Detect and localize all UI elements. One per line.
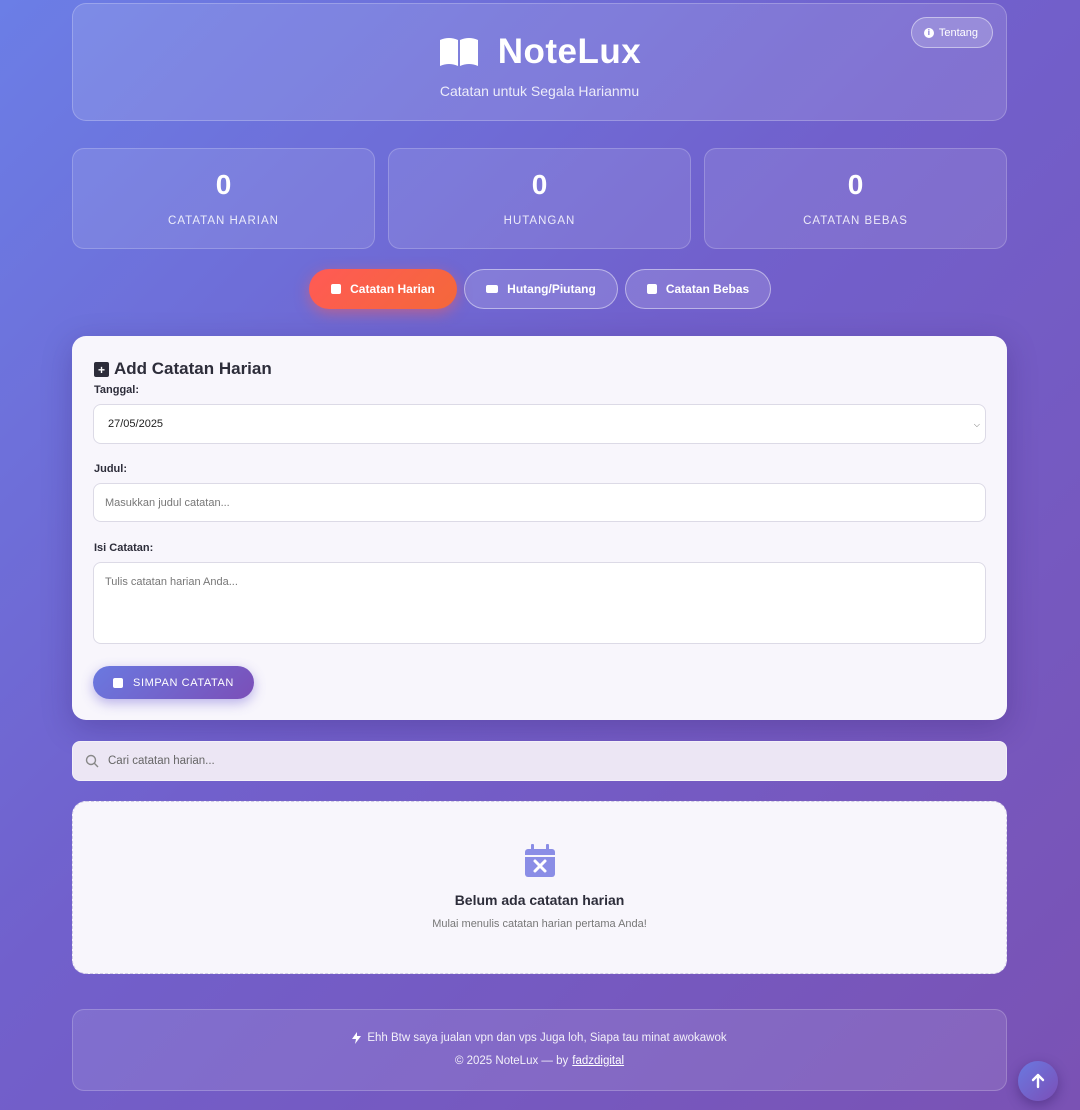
stat-card-debts: 0 HUTANGAN: [388, 148, 691, 249]
about-button[interactable]: i Tentang: [910, 17, 993, 48]
book-open-icon: [439, 38, 478, 66]
stat-card-daily: 0 CATATAN HARIAN: [72, 148, 375, 249]
app-header: NoteLux Catatan untuk Segala Harianmu i …: [72, 3, 1007, 121]
add-note-form: Add Catatan Harian Tanggal: 27/05/2025 ⌵…: [72, 336, 1007, 720]
save-icon: [113, 677, 124, 688]
title-label: Judul:: [94, 463, 127, 475]
tab-hutang-piutang[interactable]: Hutang/Piutang: [464, 269, 618, 309]
stat-value: 0: [847, 169, 864, 200]
tab-label: Hutang/Piutang: [507, 282, 596, 296]
date-value: 27/05/2025: [108, 418, 164, 430]
tab-label: Catatan Harian: [350, 282, 435, 296]
empty-subtitle: Mulai menulis catatan harian pertama And…: [432, 918, 647, 930]
author-link[interactable]: fadzdigital: [572, 1055, 624, 1067]
search-icon: [85, 754, 99, 768]
sticky-note-icon: [646, 284, 657, 294]
stat-value: 0: [215, 169, 232, 200]
title-input[interactable]: Masukkan judul catatan...: [93, 483, 986, 522]
empty-title: Belum ada catatan harian: [454, 892, 625, 908]
footer: Ehh Btw saya jualan vpn dan vps Juga loh…: [72, 1009, 1007, 1091]
scroll-to-top-button[interactable]: [1018, 1061, 1058, 1101]
content-textarea[interactable]: Tulis catatan harian Anda...: [93, 562, 986, 644]
tab-label: Catatan Bebas: [665, 282, 750, 296]
form-title: Add Catatan Harian: [94, 359, 272, 379]
empty-state: Belum ada catatan harian Mulai menulis c…: [72, 801, 1007, 974]
copyright-text: © 2025 NoteLux — by: [454, 1055, 569, 1067]
stat-label: CATATAN BEBAS: [803, 215, 908, 227]
brand: NoteLux: [73, 32, 1006, 72]
tab-catatan-harian[interactable]: Catatan Harian: [309, 269, 457, 309]
footer-copyright: © 2025 NoteLux — by fadzdigital: [73, 1055, 1006, 1067]
search-placeholder: Cari catatan harian...: [108, 755, 215, 767]
title-placeholder: Masukkan judul catatan...: [105, 496, 230, 509]
stat-label: CATATAN HARIAN: [168, 215, 279, 227]
info-icon: i: [923, 27, 934, 38]
footer-promo: Ehh Btw saya jualan vpn dan vps Juga loh…: [73, 1032, 1006, 1044]
calendar-icon: [331, 284, 342, 294]
chevron-down-icon: ⌵: [973, 420, 980, 429]
money-icon: [486, 285, 499, 293]
stat-card-free: 0 CATATAN BEBAS: [704, 148, 1007, 249]
about-label: Tentang: [938, 26, 978, 39]
bolt-icon: [352, 1032, 362, 1044]
search-bar[interactable]: Cari catatan harian...: [72, 741, 1007, 781]
footer-promo-text: Ehh Btw saya jualan vpn dan vps Juga loh…: [367, 1032, 727, 1044]
date-label: Tanggal:: [94, 384, 140, 396]
content-label: Isi Catatan:: [94, 542, 154, 554]
calendar-times-icon: [525, 844, 555, 877]
app-title: NoteLux: [497, 32, 642, 71]
arrow-up-icon: [1031, 1073, 1045, 1089]
form-title-text: Add Catatan Harian: [114, 359, 272, 378]
save-label: SIMPAN CATATAN: [133, 676, 234, 689]
stat-value: 0: [531, 169, 548, 200]
date-select[interactable]: 27/05/2025 ⌵: [93, 404, 986, 444]
stat-label: HUTANGAN: [503, 215, 576, 227]
tab-catatan-bebas[interactable]: Catatan Bebas: [625, 269, 771, 309]
save-button[interactable]: SIMPAN CATATAN: [93, 666, 254, 699]
calendar-plus-icon: [94, 361, 109, 377]
content-placeholder: Tulis catatan harian Anda...: [105, 576, 238, 588]
app-subtitle: Catatan untuk Segala Harianmu: [439, 83, 640, 99]
